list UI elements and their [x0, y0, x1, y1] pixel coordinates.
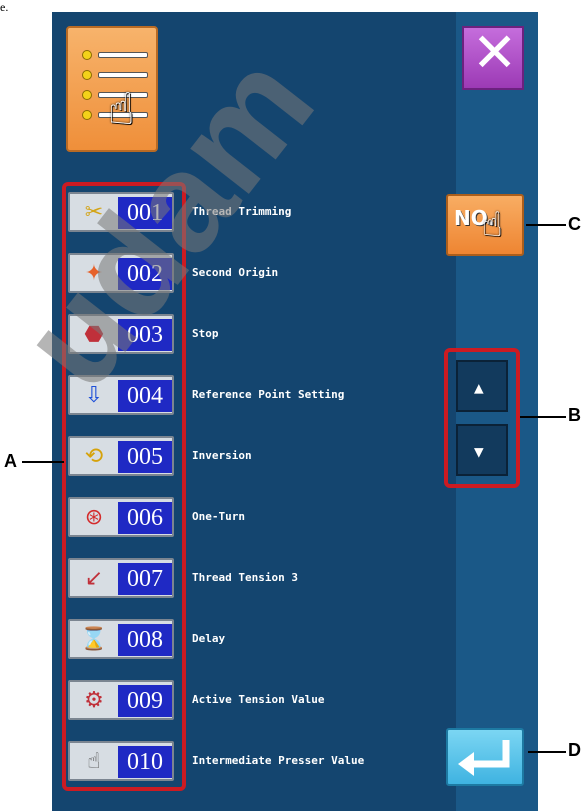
command-label: Active Tension Value [192, 693, 325, 706]
close-x-icon: ✕ [472, 21, 518, 84]
number-button[interactable]: NO. ☝ [446, 194, 524, 256]
callout-label-c: C [568, 214, 581, 234]
scroll-buttons-group: ▲ ▼ [444, 348, 520, 488]
command-code: 010 [118, 746, 172, 778]
command-label: Second Origin [192, 266, 279, 279]
delay-icon: ⌛ [80, 627, 108, 652]
command-label: Thread Trimming [192, 205, 292, 218]
command-label: Thread Tension 3 [192, 571, 298, 584]
callout-line-d [528, 751, 566, 753]
second-origin-icon: ✦ [84, 261, 104, 286]
callout-label-a: A [4, 451, 17, 471]
inversion-icon: ⟲ [84, 444, 104, 469]
command-code: 009 [118, 685, 172, 717]
stop-icon: ⬣ [84, 322, 104, 347]
command-button-006[interactable]: ⊛ 006 [68, 497, 174, 537]
intermediate-presser-icon: ☝ [87, 749, 101, 774]
command-code: 006 [118, 502, 172, 534]
command-button-003[interactable]: ⬣ 003 [68, 314, 174, 354]
command-label: Intermediate Presser Value [192, 754, 365, 767]
callout-line-b [520, 416, 566, 418]
command-code: 003 [118, 319, 172, 351]
one-turn-icon: ⊛ [84, 505, 104, 530]
callout-label-d: D [568, 740, 581, 760]
command-button-001[interactable]: ✂ 001 [68, 192, 174, 232]
command-button-007[interactable]: ↙ 007 [68, 558, 174, 598]
enter-return-icon [458, 740, 510, 776]
command-code: 008 [118, 624, 172, 656]
callout-line-a [22, 461, 64, 463]
reference-point-icon: ⇩ [84, 383, 104, 408]
active-tension-icon: ⚙ [84, 688, 104, 713]
page-marker: e. [0, 0, 9, 14]
command-label: Inversion [192, 449, 252, 462]
command-button-004[interactable]: ⇩ 004 [68, 375, 174, 415]
command-button-008[interactable]: ⌛ 008 [68, 619, 174, 659]
command-label: Delay [192, 632, 226, 645]
command-code: 007 [118, 563, 172, 595]
panel-screen: ☝ ✕ NO. ☝ ▲ ▼ ✂ 001 Thread Trimming ✦ 002 Sec… [52, 12, 538, 811]
enter-button[interactable] [446, 728, 524, 786]
menu-button[interactable]: ☝ [66, 26, 158, 152]
triangle-down-icon: ▼ [474, 442, 484, 461]
command-label: Stop [192, 327, 219, 340]
callout-line-c [526, 224, 566, 226]
scroll-up-button[interactable]: ▲ [456, 360, 508, 412]
command-button-010[interactable]: ☝ 010 [68, 741, 174, 781]
command-button-002[interactable]: ✦ 002 [68, 253, 174, 293]
callout-label-b: B [568, 405, 581, 425]
hand-pointer-icon: ☝ [482, 205, 503, 245]
scissors-icon: ✂ [84, 200, 104, 225]
thread-tension-icon: ↙ [84, 566, 104, 591]
command-code: 005 [118, 441, 172, 473]
command-code: 004 [118, 380, 172, 412]
scroll-down-button[interactable]: ▼ [456, 424, 508, 476]
command-button-005[interactable]: ⟲ 005 [68, 436, 174, 476]
command-code: 002 [118, 258, 172, 290]
command-code: 001 [118, 197, 172, 229]
command-label: Reference Point Setting [192, 388, 345, 401]
command-button-009[interactable]: ⚙ 009 [68, 680, 174, 720]
triangle-up-icon: ▲ [474, 378, 484, 397]
command-label: One-Turn [192, 510, 245, 523]
close-button[interactable]: ✕ [462, 26, 524, 90]
